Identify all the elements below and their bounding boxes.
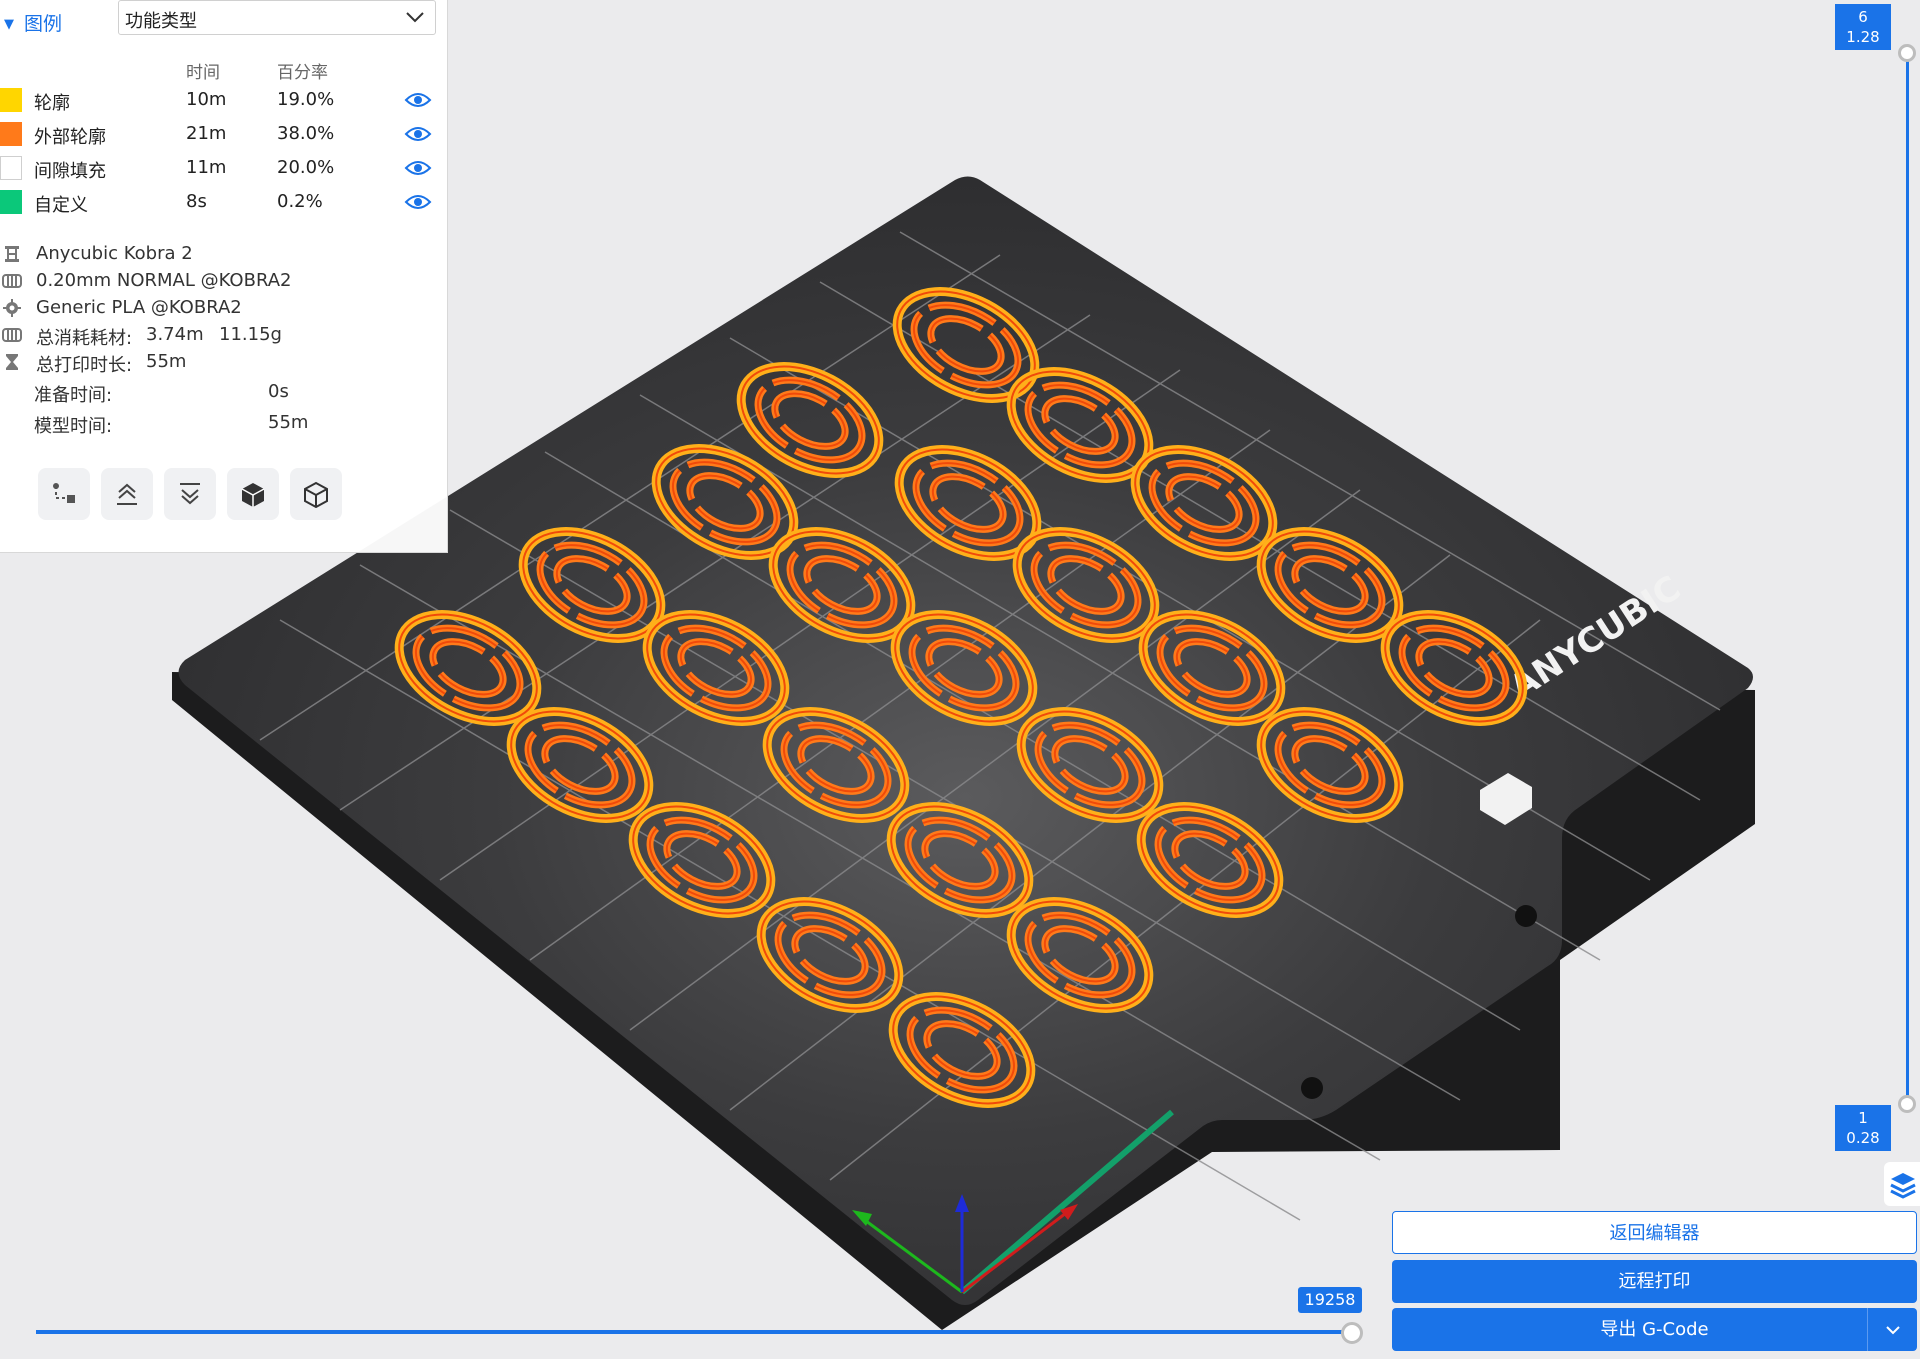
model-time-info: 模型时间: 55m bbox=[0, 410, 440, 437]
move-slider-handle[interactable] bbox=[1341, 1322, 1363, 1344]
layer-slider-track[interactable] bbox=[1906, 56, 1909, 1106]
layer-height-icon bbox=[2, 274, 22, 288]
wireframe-view-button[interactable] bbox=[290, 468, 342, 520]
legend-row-time: 11m bbox=[186, 157, 227, 178]
top-layer-handle[interactable] bbox=[1898, 44, 1916, 62]
consumption-label: 总消耗耗材: bbox=[36, 328, 133, 349]
printer-info: Anycubic Kobra 2 bbox=[0, 241, 440, 267]
printer-name: Anycubic Kobra 2 bbox=[36, 243, 193, 264]
process-name: 0.20mm NORMAL @KOBRA2 bbox=[36, 270, 292, 291]
wire-cube-icon bbox=[304, 481, 328, 508]
bottom-layer-handle[interactable] bbox=[1898, 1095, 1916, 1113]
color-swatch bbox=[0, 190, 22, 214]
move-slider-value: 19258 bbox=[1298, 1287, 1362, 1313]
bottom-layer-height: 0.28 bbox=[1846, 1129, 1880, 1147]
total-time-value: 55m bbox=[146, 351, 187, 372]
solid-view-button[interactable] bbox=[227, 468, 279, 520]
color-swatch bbox=[0, 122, 22, 146]
gear-icon bbox=[3, 299, 21, 317]
remote-print-button[interactable]: 远程打印 bbox=[1392, 1260, 1917, 1303]
export-dropdown[interactable] bbox=[1867, 1308, 1917, 1351]
bottom-layer-number: 1 bbox=[1858, 1109, 1868, 1127]
chevron-down-icon bbox=[406, 12, 424, 23]
prep-time-label: 准备时间: bbox=[34, 385, 113, 406]
layers-icon bbox=[1890, 1173, 1916, 1199]
legend-row-percent: 20.0% bbox=[277, 157, 335, 178]
export-gcode-label: 导出 G-Code bbox=[1600, 1319, 1709, 1340]
model-time-label: 模型时间: bbox=[34, 416, 113, 437]
solid-cube-icon bbox=[241, 483, 265, 507]
legend-row: 自定义 8s 0.2% bbox=[0, 188, 440, 218]
legend-title: 图例 bbox=[24, 13, 63, 35]
export-gcode-button[interactable]: 导出 G-Code bbox=[1392, 1308, 1917, 1351]
legend-row: 间隙填充 11m 20.0% bbox=[0, 154, 440, 184]
layer-down-button[interactable] bbox=[164, 468, 216, 520]
total-time-label: 总打印时长: bbox=[36, 355, 133, 376]
back-to-editor-button[interactable]: 返回编辑器 bbox=[1392, 1211, 1917, 1254]
travel-toggle-button[interactable] bbox=[38, 468, 90, 520]
layer-up-button[interactable] bbox=[101, 468, 153, 520]
top-layer-height: 1.28 bbox=[1846, 28, 1880, 46]
eye-icon[interactable] bbox=[404, 90, 432, 110]
total-time-info: 总打印时长: 55m bbox=[0, 349, 440, 376]
view-type-value: 功能类型 bbox=[125, 11, 197, 32]
bed-hole bbox=[1301, 1077, 1323, 1099]
move-slider-track[interactable] bbox=[36, 1330, 1352, 1334]
legend-row-name: 轮廓 bbox=[34, 93, 70, 114]
bottom-layer-label: 1 0.28 bbox=[1835, 1105, 1891, 1151]
legend-row-time: 10m bbox=[186, 89, 227, 110]
eye-icon[interactable] bbox=[404, 124, 432, 144]
col-time-header: 时间 bbox=[186, 63, 220, 83]
top-layer-number: 6 bbox=[1858, 8, 1868, 26]
eye-icon[interactable] bbox=[404, 192, 432, 212]
legend-panel: ▼ 图例 功能类型 时间 百分率 轮廓 10m 19.0% 外部轮廓 21m 38… bbox=[0, 0, 448, 553]
legend-row-name: 自定义 bbox=[34, 195, 88, 216]
layer-up-icon bbox=[117, 483, 137, 505]
filament-name: Generic PLA @KOBRA2 bbox=[36, 297, 242, 318]
legend-header: ▼ 图例 功能类型 bbox=[0, 0, 448, 36]
legend-row-time: 8s bbox=[186, 191, 207, 212]
model-time-value: 55m bbox=[268, 412, 309, 433]
view-type-select[interactable]: 功能类型 bbox=[118, 0, 436, 35]
legend-toggle[interactable]: ▼ 图例 bbox=[4, 9, 74, 35]
filament-spool-icon bbox=[2, 328, 22, 342]
layer-down-icon bbox=[180, 483, 200, 505]
prep-time-info: 准备时间: 0s bbox=[0, 379, 440, 406]
top-layer-label: 6 1.28 bbox=[1835, 4, 1891, 50]
hourglass-icon bbox=[6, 354, 18, 370]
printer-icon bbox=[5, 246, 19, 262]
consumption-weight: 11.15g bbox=[219, 324, 282, 345]
consumption-length: 3.74m bbox=[146, 324, 204, 345]
process-info: 0.20mm NORMAL @KOBRA2 bbox=[0, 268, 440, 294]
col-percent-header: 百分率 bbox=[277, 63, 328, 83]
travel-icon bbox=[53, 483, 75, 503]
legend-row-name: 外部轮廓 bbox=[34, 127, 106, 148]
legend-row: 外部轮廓 21m 38.0% bbox=[0, 120, 440, 150]
eye-icon[interactable] bbox=[404, 158, 432, 178]
legend-row-percent: 38.0% bbox=[277, 123, 335, 144]
legend-row-percent: 0.2% bbox=[277, 191, 323, 212]
filament-info: Generic PLA @KOBRA2 bbox=[0, 295, 440, 321]
chevron-down-icon bbox=[1886, 1326, 1900, 1335]
layers-button[interactable] bbox=[1884, 1162, 1920, 1206]
bed-hole bbox=[1515, 905, 1537, 927]
consumption-info: 总消耗耗材: 3.74m 11.15g bbox=[0, 322, 440, 349]
legend-row-name: 间隙填充 bbox=[34, 161, 106, 182]
legend-row-percent: 19.0% bbox=[277, 89, 335, 110]
collapse-triangle-icon: ▼ bbox=[4, 17, 14, 32]
legend-row-time: 21m bbox=[186, 123, 227, 144]
prep-time-value: 0s bbox=[268, 381, 289, 402]
color-swatch bbox=[0, 156, 22, 180]
color-swatch bbox=[0, 88, 22, 112]
legend-row: 轮廓 10m 19.0% bbox=[0, 86, 440, 116]
